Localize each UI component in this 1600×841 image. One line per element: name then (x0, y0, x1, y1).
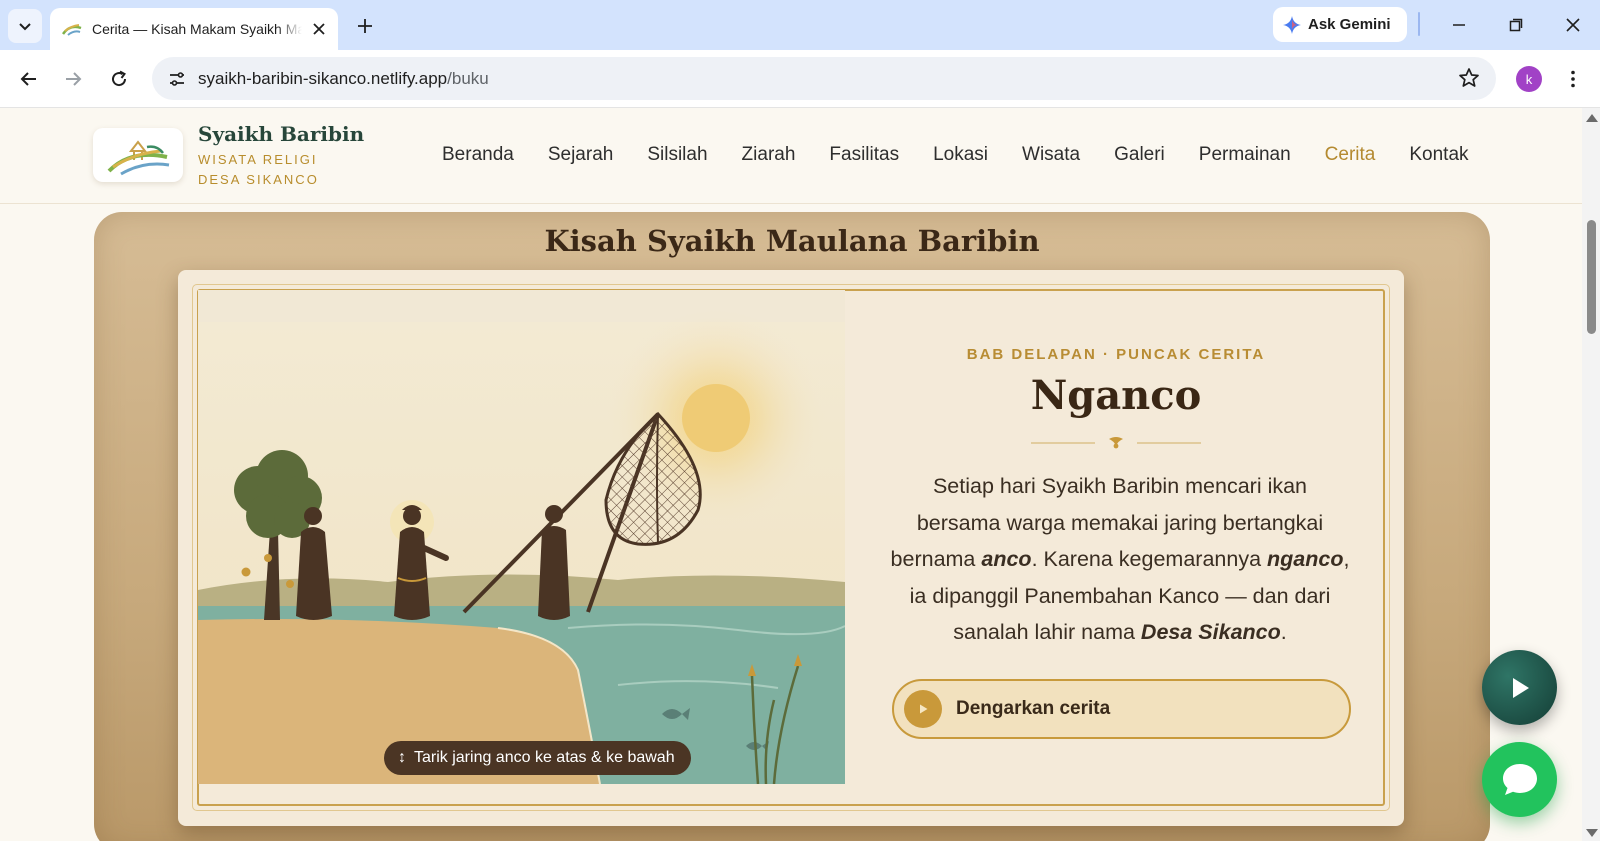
minimize-icon (1453, 24, 1465, 26)
ask-gemini-label: Ask Gemini (1308, 16, 1391, 33)
arrow-left-icon (20, 72, 36, 86)
url-text: syaikh-baribin-sikanco.netlify.app/buku (198, 69, 489, 89)
nav-item-kontak[interactable]: Kontak (1409, 144, 1468, 166)
plus-icon (358, 19, 372, 33)
toolbar-separator (1418, 12, 1420, 36)
story-paragraph: Setiap hari Syaikh Baribin mencari ikan … (890, 468, 1350, 651)
browser-menu-icon[interactable] (1563, 66, 1583, 92)
vertical-arrows-icon: ↕ (398, 749, 406, 766)
main-nav: Beranda Sejarah Silsilah Ziarah Fasilita… (442, 144, 1503, 166)
site-favicon-icon (62, 24, 82, 36)
site-header: Syaikh Baribin WISATA RELIGI DESA SIKANC… (0, 108, 1582, 204)
story-emphasis: Desa Sikanco (1140, 620, 1281, 644)
profile-avatar[interactable]: k (1516, 66, 1542, 92)
nav-item-ziarah[interactable]: Ziarah (742, 144, 796, 166)
chapter-label: BAB DELAPAN · PUNCAK CERITA (966, 346, 1266, 363)
floating-chat-button[interactable] (1482, 742, 1557, 817)
tab-title: Cerita — Kisah Makam Syaikh Maulana Bari… (92, 21, 302, 37)
nav-item-wisata[interactable]: Wisata (1022, 144, 1080, 166)
story-emphasis: anco (981, 547, 1032, 571)
story-text-part: . Karena kegemarannya (1031, 547, 1268, 571)
sun (682, 384, 750, 452)
address-bar[interactable]: syaikh-baribin-sikanco.netlify.app/buku (152, 57, 1496, 100)
site-info-icon[interactable] (162, 64, 192, 94)
logo-emblem-icon (107, 140, 170, 176)
chat-bubble-icon (1502, 763, 1537, 795)
close-icon (1566, 18, 1580, 32)
arrow-right-icon (66, 72, 82, 86)
drag-hint-pill: ↕ Tarik jaring anco ke atas & ke bawah (384, 741, 691, 775)
storybook-frame: Kisah Syaikh Maulana Baribin ↕ Tarik jar… (94, 212, 1490, 841)
site-logo[interactable] (93, 128, 183, 182)
url-domain: syaikh-baribin-sikanco.netlify.app (198, 68, 448, 88)
tab-search-button[interactable] (8, 9, 42, 43)
story-text-part: . (1280, 620, 1287, 644)
chevron-down-icon (19, 23, 31, 31)
storybook-title: Kisah Syaikh Maulana Baribin (544, 224, 1040, 258)
brand-name[interactable]: Syaikh Baribin (198, 122, 364, 146)
restore-button[interactable] (1503, 12, 1529, 38)
back-button[interactable] (15, 65, 43, 93)
ornament-divider-icon (1031, 437, 1201, 449)
story-illustration[interactable]: ↕ Tarik jaring anco ke atas & ke bawah (198, 290, 845, 784)
story-panel: BAB DELAPAN · PUNCAK CERITA Nganco Setia… (868, 290, 1364, 784)
page-viewport: Syaikh Baribin WISATA RELIGI DESA SIKANC… (0, 108, 1582, 841)
restore-icon (1509, 18, 1523, 32)
play-icon (1512, 677, 1529, 698)
new-tab-button[interactable] (352, 13, 378, 39)
nav-item-lokasi[interactable]: Lokasi (933, 144, 988, 166)
story-emphasis: nganco (1267, 547, 1344, 571)
scroll-thumb[interactable] (1587, 220, 1596, 334)
gemini-sparkle-icon (1283, 15, 1301, 34)
scroll-down-arrow-icon[interactable] (1586, 829, 1598, 837)
ask-gemini-button[interactable]: Ask Gemini (1273, 7, 1407, 42)
story-title: Nganco (1030, 372, 1202, 419)
brand-subtitle-1: WISATA RELIGI (198, 152, 318, 167)
nav-item-galeri[interactable]: Galeri (1114, 144, 1165, 166)
close-window-button[interactable] (1560, 12, 1586, 38)
listen-story-label: Dengarkan cerita (956, 698, 1111, 719)
bookmark-star-icon[interactable] (1458, 67, 1480, 94)
fishing-scene-illustration (198, 290, 845, 784)
reload-icon (112, 70, 127, 87)
nav-item-cerita[interactable]: Cerita (1325, 144, 1376, 166)
minimize-button[interactable] (1446, 12, 1472, 38)
tab-close-icon[interactable] (310, 20, 328, 38)
nav-item-sejarah[interactable]: Sejarah (548, 144, 614, 166)
page-scrollbar[interactable] (1582, 108, 1600, 841)
forward-button[interactable] (59, 65, 87, 93)
floating-play-button[interactable] (1482, 650, 1557, 725)
nav-item-fasilitas[interactable]: Fasilitas (829, 144, 899, 166)
brand-subtitle-2: DESA SIKANCO (198, 172, 319, 187)
drag-hint-text: Tarik jaring anco ke atas & ke bawah (414, 749, 675, 766)
url-path: /buku (447, 68, 489, 88)
browser-toolbar: syaikh-baribin-sikanco.netlify.app/buku (0, 50, 1600, 108)
reload-button[interactable] (105, 65, 133, 93)
browser-tab-active[interactable]: Cerita — Kisah Makam Syaikh Maulana Bari… (50, 8, 338, 50)
listen-story-button[interactable]: Dengarkan cerita (892, 679, 1351, 739)
scroll-up-arrow-icon[interactable] (1586, 114, 1598, 122)
storybook-page: ↕ Tarik jaring anco ke atas & ke bawah B… (178, 270, 1404, 826)
nav-item-permainan[interactable]: Permainan (1199, 144, 1291, 166)
play-icon (904, 690, 942, 728)
nav-item-silsilah[interactable]: Silsilah (647, 144, 707, 166)
browser-tab-strip: Cerita — Kisah Makam Syaikh Maulana Bari… (0, 0, 1600, 50)
nav-item-beranda[interactable]: Beranda (442, 144, 514, 166)
